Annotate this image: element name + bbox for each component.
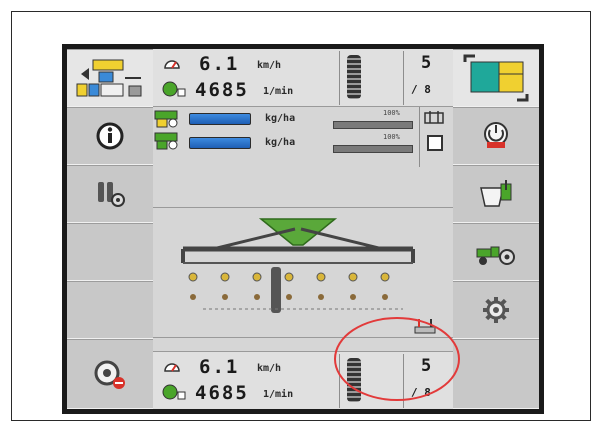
top-rpm-unit: 1/min: [263, 86, 294, 97]
rate-2-unit: kg/ha: [265, 137, 296, 148]
highlight-circle: [334, 317, 460, 401]
fill-hopper-icon: [480, 180, 512, 207]
field-map-button[interactable]: [453, 49, 539, 107]
rate-1-max-label: 100%: [383, 109, 400, 117]
top-divider-2: [403, 51, 404, 105]
right-softkey-empty[interactable]: [453, 339, 539, 409]
power-button[interactable]: [453, 107, 539, 165]
speedometer-icon: [164, 60, 180, 69]
gear-icon: [483, 297, 509, 323]
rate-1-scale: [333, 121, 413, 129]
bottom-rpm-unit: 1/min: [263, 389, 294, 400]
left-softkey-empty-2[interactable]: [67, 281, 153, 339]
rate-2-scale: [333, 145, 413, 153]
bottom-speed-value: 6.1: [199, 356, 240, 378]
engine-rpm-icon: [162, 384, 186, 400]
settings-alarm-icon: [94, 360, 125, 389]
tractor-settings-icon: [476, 246, 515, 265]
speedometer-icon: [164, 363, 180, 372]
top-section-count: 5: [421, 53, 432, 73]
map-view-button[interactable]: [67, 49, 153, 107]
bottom-speed-unit: km/h: [257, 363, 282, 374]
field-map-icon: [463, 54, 529, 102]
tractor-settings-button[interactable]: [453, 223, 539, 281]
rate-2-max-label: 100%: [383, 133, 400, 141]
top-status-band: 6.1 km/h 4685 1/min 5 / 8: [153, 49, 453, 107]
right-softkey-column: [453, 49, 539, 409]
hopper-1-icon: [154, 110, 178, 128]
section-checkbox[interactable]: [427, 135, 443, 151]
terminal: 6.1 km/h 4685 1/min 5 / 8 kg/ha 100% kg/…: [62, 44, 544, 414]
left-softkey-empty-1[interactable]: [67, 223, 153, 281]
rate-1-bar: [189, 113, 251, 125]
engine-rpm-icon: [162, 81, 186, 97]
power-icon: [484, 122, 508, 148]
info-button[interactable]: [67, 107, 153, 165]
rates-separator: [419, 107, 420, 167]
top-tire-icon: [347, 55, 361, 99]
left-softkey-column: [67, 49, 153, 409]
seed-settings-icon: [98, 182, 125, 207]
top-section-total: / 8: [411, 83, 431, 96]
seed-settings-button[interactable]: [67, 165, 153, 223]
rates-area: kg/ha 100% kg/ha 100%: [153, 107, 453, 208]
bottom-rpm-value: 4685: [195, 382, 249, 404]
hopper-2-icon: [154, 132, 178, 150]
top-rpm-value: 4685: [195, 79, 249, 101]
map-view-icon: [76, 59, 142, 97]
settings-alarm-button[interactable]: [67, 339, 153, 409]
terminal-screen: 6.1 km/h 4685 1/min 5 / 8 kg/ha 100% kg/…: [67, 49, 539, 409]
top-speed-value: 6.1: [199, 53, 240, 75]
rate-1-unit: kg/ha: [265, 113, 296, 124]
rate-2-bar: [189, 137, 251, 149]
top-speed-unit: km/h: [257, 60, 282, 71]
info-icon: [96, 122, 124, 150]
rates-bottom-line: [153, 207, 453, 208]
top-divider: [339, 51, 340, 105]
fill-hopper-button[interactable]: [453, 165, 539, 223]
settings-button[interactable]: [453, 281, 539, 339]
tramline-icon: [424, 111, 444, 124]
